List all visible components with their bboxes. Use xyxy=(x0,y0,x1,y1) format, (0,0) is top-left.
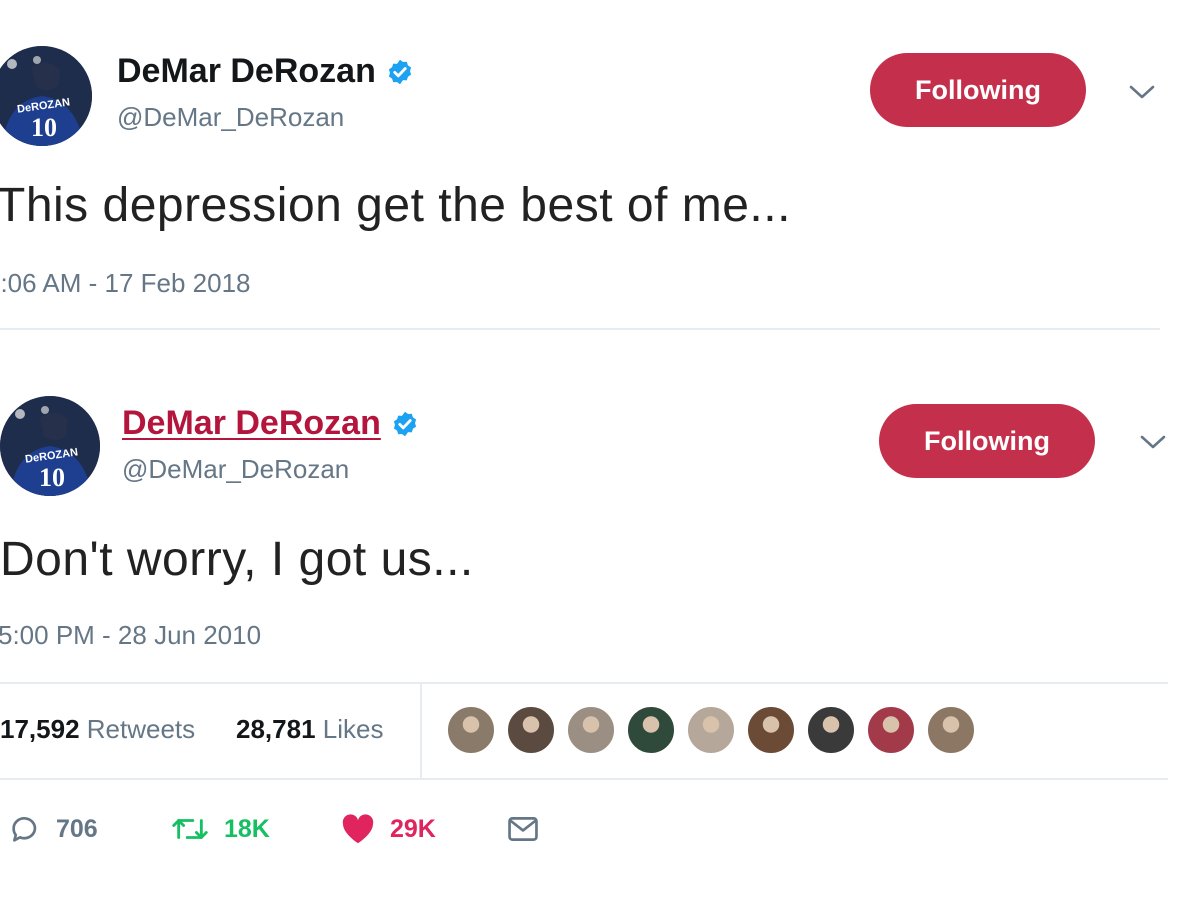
likes-stat[interactable]: 28,781 Likes xyxy=(236,714,383,745)
chevron-down-icon[interactable] xyxy=(1138,432,1168,452)
profile-avatar[interactable]: DeROZAN 10 xyxy=(0,46,92,146)
retweet-count: 18K xyxy=(224,814,270,843)
liker-avatars xyxy=(446,705,976,755)
liker-avatar[interactable] xyxy=(446,705,496,755)
retweet-action[interactable]: 18K xyxy=(170,812,270,846)
liker-avatar[interactable] xyxy=(566,705,616,755)
liker-avatar[interactable] xyxy=(626,705,676,755)
tweet-timestamp[interactable]: 3:06 AM - 17 Feb 2018 xyxy=(0,268,251,299)
liker-avatar[interactable] xyxy=(806,705,856,755)
liker-avatar[interactable] xyxy=(686,705,736,755)
likes-label: Likes xyxy=(322,714,384,744)
liker-avatar[interactable] xyxy=(926,705,976,755)
tweet-2: DeROZAN 10 DeMar DeRozan @DeMar_DeRozan … xyxy=(0,332,1200,900)
liker-avatar[interactable] xyxy=(506,705,556,755)
likes-count: 28,781 xyxy=(236,714,316,744)
divider xyxy=(0,778,1168,780)
user-handle[interactable]: @DeMar_DeRozan xyxy=(117,102,344,133)
profile-avatar[interactable]: DeROZAN 10 xyxy=(0,396,100,496)
following-button[interactable]: Following xyxy=(870,53,1086,127)
display-name-link[interactable]: DeMar DeRozan xyxy=(122,404,381,443)
retweets-stat[interactable]: 17,592 Retweets xyxy=(0,714,195,745)
retweet-icon xyxy=(172,819,208,839)
like-count: 29K xyxy=(390,814,436,843)
reply-icon xyxy=(12,817,37,842)
message-action[interactable] xyxy=(506,812,540,846)
divider xyxy=(0,682,1168,684)
stats-divider xyxy=(420,682,422,778)
reply-action[interactable]: 706 xyxy=(8,812,98,846)
like-action[interactable]: 29K xyxy=(340,812,436,846)
reply-count: 706 xyxy=(56,814,98,843)
tweet-text: This depression get the best of me... xyxy=(0,179,791,232)
tweet-screenshot: DeROZAN 10 DeMar DeRozan @DeMar_DeRozan … xyxy=(0,0,1200,900)
tweet-1: DeROZAN 10 DeMar DeRozan @DeMar_DeRozan … xyxy=(0,0,1200,332)
verified-badge-icon xyxy=(386,58,414,86)
liker-avatar[interactable] xyxy=(746,705,796,755)
name-row: DeMar DeRozan xyxy=(122,404,419,443)
verified-badge-icon xyxy=(391,410,419,438)
avatar-jersey-number: 10 xyxy=(31,113,57,142)
display-name[interactable]: DeMar DeRozan xyxy=(117,52,376,91)
retweets-label: Retweets xyxy=(86,714,196,744)
avatar-jersey-number: 10 xyxy=(39,463,65,492)
user-handle[interactable]: @DeMar_DeRozan xyxy=(122,454,349,485)
tweet-timestamp[interactable]: 5:00 PM - 28 Jun 2010 xyxy=(0,620,261,651)
retweets-count: 17,592 xyxy=(0,714,80,744)
liker-avatar[interactable] xyxy=(866,705,916,755)
chevron-down-icon[interactable] xyxy=(1127,82,1157,102)
following-button[interactable]: Following xyxy=(879,404,1095,478)
name-row: DeMar DeRozan xyxy=(117,52,414,91)
envelope-icon xyxy=(508,817,538,841)
heart-icon xyxy=(342,814,374,844)
tweet-text: Don't worry, I got us... xyxy=(0,533,474,586)
divider xyxy=(0,328,1160,330)
